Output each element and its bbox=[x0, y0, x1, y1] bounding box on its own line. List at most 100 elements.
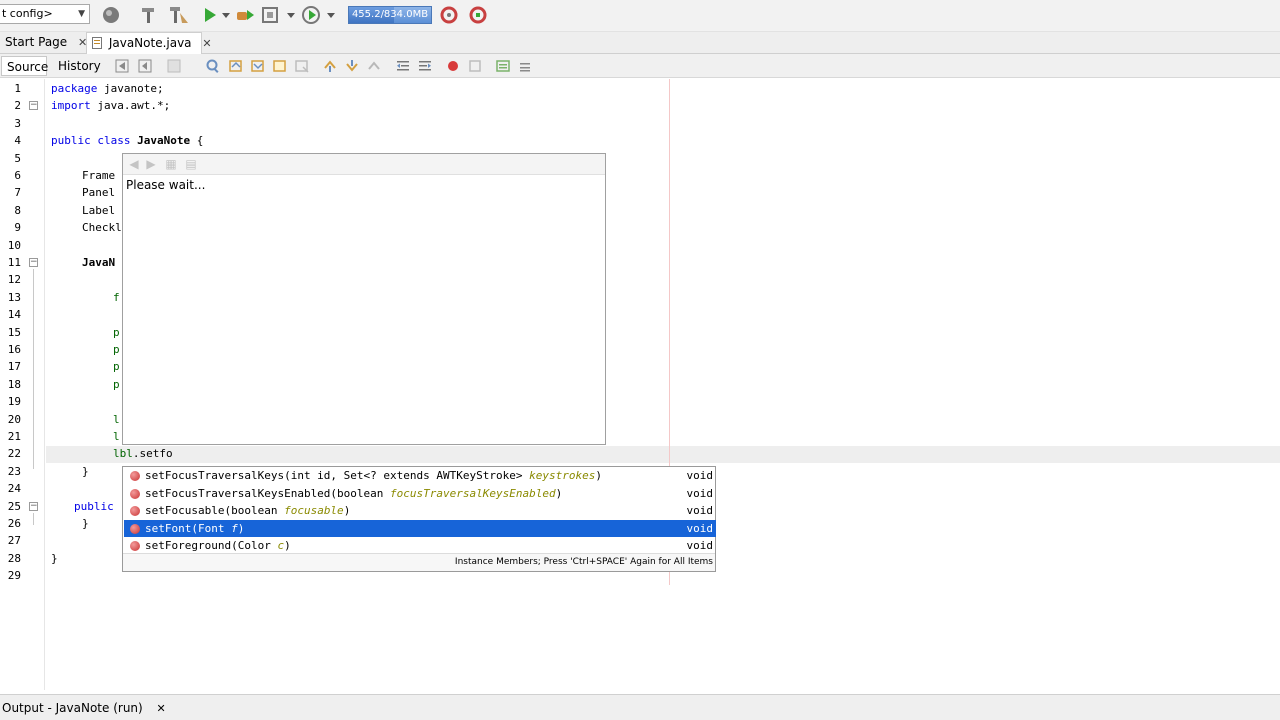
method-icon bbox=[130, 488, 140, 499]
code-line: p bbox=[113, 360, 120, 374]
line-number: 28 bbox=[7, 551, 21, 565]
comment-icon[interactable] bbox=[495, 58, 511, 74]
code-line: p bbox=[113, 325, 120, 339]
code-line: public class JavaNote { bbox=[51, 132, 203, 149]
line-number: 9 bbox=[14, 221, 21, 235]
line-number: 15 bbox=[7, 325, 21, 339]
method-icon bbox=[130, 541, 140, 551]
config-select[interactable]: t config> ▼ bbox=[0, 4, 90, 24]
doc-back-icon[interactable]: ◀ bbox=[127, 157, 141, 171]
code-completion-popup[interactable]: setFocusTraversalKeys(int id, Set<? exte… bbox=[122, 466, 716, 572]
run-dropdown-icon[interactable] bbox=[221, 5, 231, 25]
tab-start-page[interactable]: Start Page ✕ bbox=[0, 32, 87, 54]
java-file-icon bbox=[92, 37, 102, 49]
back-icon[interactable] bbox=[137, 58, 153, 74]
hammer-icon[interactable] bbox=[138, 5, 158, 25]
code-text: javanote; bbox=[97, 82, 164, 95]
method-signature-end: ) bbox=[284, 539, 291, 552]
code-line: l bbox=[113, 412, 120, 426]
completion-item-selected[interactable]: setFont(Font f) void bbox=[124, 519, 716, 537]
line-number: 17 bbox=[7, 360, 21, 374]
close-icon[interactable]: ✕ bbox=[202, 33, 211, 54]
method-signature: setFont(Font bbox=[145, 521, 232, 535]
stop-macro-icon[interactable] bbox=[467, 58, 483, 74]
last-edit-icon[interactable] bbox=[114, 58, 130, 74]
line-number: 25 bbox=[7, 499, 21, 513]
find-next-icon[interactable] bbox=[250, 58, 266, 74]
javadoc-popup: ◀ ▶ ▦ ▤ Please wait... bbox=[122, 153, 606, 445]
tab-source[interactable]: Source bbox=[1, 56, 48, 76]
line-number: 14 bbox=[7, 308, 21, 322]
tab-javanote-java[interactable]: JavaNote.java ✕ bbox=[86, 32, 212, 55]
fold-guide bbox=[33, 269, 34, 469]
memory-text: 455.2/834.0MB bbox=[351, 9, 429, 20]
clean-build-icon[interactable] bbox=[167, 5, 191, 25]
uncomment-icon[interactable] bbox=[517, 58, 533, 74]
line-number: 24 bbox=[7, 482, 21, 496]
code-text: .setfo bbox=[132, 447, 173, 461]
toggle-highlight-icon[interactable] bbox=[272, 58, 288, 74]
line-number: 7 bbox=[14, 186, 21, 200]
return-type: void bbox=[686, 539, 714, 552]
shift-right-icon[interactable] bbox=[417, 58, 433, 74]
completion-item[interactable]: setFocusable(boolean focusable) void bbox=[124, 502, 716, 520]
line-number: 13 bbox=[7, 290, 21, 304]
run-icon[interactable] bbox=[201, 5, 219, 25]
toggle-bookmark-icon[interactable] bbox=[366, 58, 382, 74]
return-type: void bbox=[686, 469, 714, 482]
chevron-down-icon: ▼ bbox=[78, 9, 85, 19]
completion-item[interactable]: setForeground(Color c) void bbox=[124, 537, 716, 555]
method-param: focusTraversalKeysEnabled bbox=[390, 486, 556, 500]
method-param: focusable bbox=[284, 504, 344, 517]
debug-icon[interactable] bbox=[235, 5, 255, 25]
code-line: } bbox=[51, 551, 58, 565]
doc-show-source-icon[interactable]: ▦ bbox=[164, 157, 178, 171]
doc-open-browser-icon[interactable]: ▤ bbox=[184, 157, 198, 171]
return-type: void bbox=[686, 521, 714, 535]
field-ref: lbl bbox=[113, 447, 133, 461]
code-line: p bbox=[113, 377, 120, 391]
main-toolbar: t config> ▼ 455.2/834.0MB bbox=[0, 0, 1280, 32]
keyword: public bbox=[74, 499, 114, 513]
shift-left-icon[interactable] bbox=[395, 58, 411, 74]
profile-icon[interactable] bbox=[260, 5, 284, 25]
tab-output[interactable]: Output - JavaNote (run) ✕ bbox=[0, 699, 166, 717]
profile-ide-icon[interactable] bbox=[438, 5, 460, 25]
memory-meter[interactable]: 455.2/834.0MB bbox=[348, 6, 432, 24]
config-select-value: t config> bbox=[2, 7, 53, 20]
forward-icon[interactable] bbox=[166, 58, 182, 74]
code-line: Frame bbox=[82, 169, 116, 182]
profile-dropdown-icon[interactable] bbox=[286, 5, 296, 25]
method-param: keystrokes bbox=[529, 469, 596, 482]
snapshot-icon[interactable] bbox=[467, 5, 489, 25]
toggle-rect-selection-icon[interactable] bbox=[294, 58, 310, 74]
find-icon[interactable] bbox=[205, 58, 221, 74]
editor-tab-bar: Start Page ✕ JavaNote.java ✕ bbox=[0, 32, 1280, 55]
fold-toggle-icon[interactable]: − bbox=[29, 101, 38, 110]
apply-dropdown-icon[interactable] bbox=[326, 5, 336, 25]
line-number: 20 bbox=[7, 412, 21, 426]
fold-toggle-icon[interactable]: − bbox=[29, 258, 38, 267]
previous-bookmark-icon[interactable] bbox=[322, 58, 338, 74]
method-signature: setFocusTraversalKeysEnabled(boolean bbox=[145, 486, 391, 500]
apply-code-changes-icon[interactable] bbox=[300, 5, 324, 25]
output-panel-bar: Output - JavaNote (run) ✕ bbox=[0, 694, 1280, 720]
method-icon bbox=[130, 471, 140, 481]
tab-start-page-label: Start Page bbox=[5, 35, 68, 49]
globe-icon[interactable] bbox=[100, 5, 122, 25]
line-number: 10 bbox=[7, 238, 21, 252]
line-number: 27 bbox=[7, 534, 21, 548]
method-signature: setFocusable(boolean bbox=[145, 504, 285, 517]
code-line: lbl.setfo bbox=[113, 445, 173, 462]
current-line-highlight bbox=[46, 446, 1280, 463]
doc-forward-icon[interactable]: ▶ bbox=[144, 157, 158, 171]
method-signature: setFocusTraversalKeys(int id, Set<? exte… bbox=[145, 469, 530, 482]
next-bookmark-icon[interactable] bbox=[344, 58, 360, 74]
close-icon[interactable]: ✕ bbox=[157, 702, 166, 715]
fold-toggle-icon[interactable]: − bbox=[29, 502, 38, 511]
find-previous-icon[interactable] bbox=[228, 58, 244, 74]
tab-history[interactable]: History bbox=[53, 56, 103, 76]
start-macro-icon[interactable] bbox=[445, 58, 461, 74]
completion-item[interactable]: setFocusTraversalKeysEnabled(boolean foc… bbox=[124, 485, 716, 503]
completion-item[interactable]: setFocusTraversalKeys(int id, Set<? exte… bbox=[124, 467, 716, 485]
